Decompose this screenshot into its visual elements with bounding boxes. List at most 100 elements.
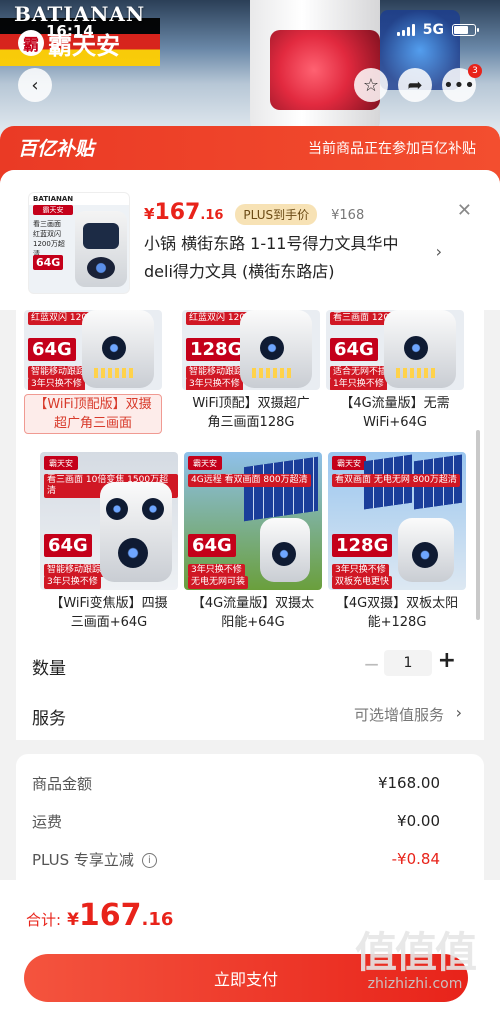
variant-badge: 4G远程 看双画面 800万超清 xyxy=(188,474,311,487)
variant-image: 红蓝双闪 1200万超清 64G 智能移动跟踪 3年只换不修 xyxy=(24,310,162,390)
total-decimal: .16 xyxy=(141,909,174,930)
variant-option[interactable]: 红蓝双闪 1200万超清 64G 智能移动跟踪 3年只换不修 【WiFi顶配版】… xyxy=(24,310,162,434)
variant-option[interactable]: 红蓝双闪 1200万超清 128G 智能移动跟踪 3年只换不修 WiFi顶配】双… xyxy=(182,310,320,432)
variant-badge: 3年只换不修 xyxy=(186,378,243,390)
lens-image xyxy=(404,336,428,360)
lens-image xyxy=(412,542,438,568)
site-watermark: 值值值 zhizhizhi.com xyxy=(340,928,490,993)
variant-label: 【4G双摄】双板太阳能+128G xyxy=(335,596,459,630)
lens-image xyxy=(106,498,128,520)
thumb-logo: 霸天安 xyxy=(33,205,73,215)
variant-badge: 双板充电更快 xyxy=(332,576,393,589)
lens-image xyxy=(102,336,126,360)
product-thumbnail[interactable]: BATIANAN 霸天安 看三画面红蓝双闪1200万超清 64G xyxy=(28,192,130,294)
variant-image: 霸天安 看双画面 无电无网 800万超清 128G 3年只换不修 双板充电更快 xyxy=(328,452,466,590)
price-integer: 167 xyxy=(154,200,201,225)
plus-discount-value: -¥0.84 xyxy=(391,850,440,868)
price-currency: ¥ xyxy=(144,205,155,223)
variant-capacity: 128G xyxy=(186,338,247,361)
share-icon: ➦ xyxy=(407,74,423,96)
variant-option[interactable]: 霸天安 看双画面 无电无网 800万超清 128G 3年只换不修 双板充电更快 … xyxy=(328,452,466,632)
quantity-row: 数量 − 1 + xyxy=(16,642,484,692)
lens-image xyxy=(142,498,164,520)
shipping-row: 运费 ¥0.00 xyxy=(32,808,440,834)
led-image xyxy=(94,368,134,378)
quantity-input[interactable]: 1 xyxy=(384,650,432,676)
subsidy-logo: 百亿补贴 xyxy=(18,138,95,160)
lens-image xyxy=(118,538,148,568)
total-integer: 167 xyxy=(78,898,142,933)
price-decimal: .16 xyxy=(200,208,224,223)
variant-badge: 无电无网可装 xyxy=(188,576,249,589)
variant-capacity: 64G xyxy=(330,338,378,361)
thumb-brand: BATIANAN xyxy=(33,195,74,203)
subsidy-note: 当前商品正在参加百亿补贴 xyxy=(308,141,476,157)
chevron-right-icon[interactable]: › xyxy=(436,242,442,261)
variant-logo: 霸天安 xyxy=(188,456,222,470)
more-dots-icon: ••• xyxy=(443,74,475,96)
thumb-capacity: 64G xyxy=(33,255,64,270)
quantity-decrease-button[interactable]: − xyxy=(363,652,380,676)
service-row[interactable]: 服务 可选增值服务 › xyxy=(16,692,484,738)
variant-scrollbar[interactable] xyxy=(476,430,480,620)
chevron-left-icon: ‹ xyxy=(31,74,39,96)
variant-label: 【WiFi顶配版】双摄超广角三画面 xyxy=(24,394,162,434)
led-image xyxy=(252,368,292,378)
variant-label: 【WiFi变焦版】四摄三画面+64G xyxy=(50,596,168,630)
watermark-url: zhizhizhi.com xyxy=(367,976,463,992)
variant-capacity: 64G xyxy=(44,534,92,557)
chevron-right-icon: › xyxy=(455,703,462,722)
variant-image: 霸天安 看三画面 10倍变焦 1500万超清 64G 智能移动跟踪 3年只换不修 xyxy=(40,452,178,590)
shipping-label: 运费 xyxy=(32,812,63,831)
plus-discount-label: PLUS 专享立减 xyxy=(32,850,134,869)
store-name[interactable]: 小锅 横街东路 1-11号得力文具华中deli得力文具 (横街东路店) xyxy=(144,230,424,286)
led-image xyxy=(396,368,436,378)
quantity-increase-button[interactable]: + xyxy=(438,648,456,673)
variant-option[interactable]: 看三画面 1200万超清 64G 适合无网不插 1年只换不修 【4G流量版】无需… xyxy=(326,310,464,432)
variant-badge: 3年只换不修 xyxy=(44,576,101,589)
star-icon: ☆ xyxy=(362,74,380,96)
variant-option[interactable]: 霸天安 4G远程 看双画面 800万超清 64G 3年只换不修 无电无网可装 【… xyxy=(184,452,322,632)
price: ¥167 xyxy=(144,200,200,225)
service-hint: 可选增值服务 xyxy=(353,706,444,724)
solar-panel-image xyxy=(244,456,318,522)
total-currency: ¥ xyxy=(67,910,79,930)
favorite-button[interactable]: ☆ xyxy=(354,68,388,102)
price-row: ¥167 .16 PLUS到手价 ¥168 xyxy=(144,200,364,225)
back-button[interactable]: ‹ xyxy=(18,68,52,102)
variant-capacity: 128G xyxy=(332,534,393,557)
close-button[interactable]: ✕ xyxy=(457,200,472,221)
network-label: 5G xyxy=(422,22,444,38)
status-indicators: 5G xyxy=(396,22,479,38)
battery-icon xyxy=(452,24,479,36)
more-button[interactable]: ••• 3 xyxy=(442,64,482,102)
thumb-text: 看三画面红蓝双闪1200万超清 xyxy=(33,220,65,258)
watermark-logo: 值值值 xyxy=(354,928,477,977)
thumb-camera-image xyxy=(75,211,127,287)
variant-option[interactable]: 霸天安 看三画面 10倍变焦 1500万超清 64G 智能移动跟踪 3年只换不修… xyxy=(40,452,178,632)
variant-capacity: 64G xyxy=(28,338,76,361)
variant-image: 看三画面 1200万超清 64G 适合无网不插 1年只换不修 xyxy=(326,310,464,390)
goods-amount-label: 商品金额 xyxy=(32,774,93,793)
close-icon: ✕ xyxy=(456,200,472,221)
total-label: 合计: xyxy=(26,911,62,929)
price-summary: 商品金额 ¥168.00 运费 ¥0.00 PLUS 专享立减 i -¥0.84 xyxy=(16,754,484,894)
original-price: ¥168 xyxy=(331,208,365,223)
variant-label: 【4G流量版】双摄太阳能+64G xyxy=(191,596,315,630)
variant-badge: 1年只换不修 xyxy=(330,378,387,390)
quantity-label: 数量 xyxy=(32,659,66,679)
variant-logo: 霸天安 xyxy=(332,456,366,470)
info-icon[interactable]: i xyxy=(141,852,157,868)
shipping-value: ¥0.00 xyxy=(397,812,440,830)
signal-icon xyxy=(396,24,415,36)
total-price: 合计: ¥ 167 .16 xyxy=(26,898,173,933)
variant-logo: 霸天安 xyxy=(44,456,78,470)
variant-label: WiFi顶配】双摄超广角三画面128G xyxy=(192,396,310,430)
brand-logo-icon: 霸 xyxy=(18,30,44,56)
lens-image xyxy=(272,542,296,566)
variant-label: 【4G流量版】无需WiFi+64G xyxy=(340,396,450,430)
service-label: 服务 xyxy=(32,709,66,729)
share-button[interactable]: ➦ xyxy=(398,68,432,102)
product-header: BATIANAN 霸天安 看三画面红蓝双闪1200万超清 64G ¥167 .1… xyxy=(0,170,500,310)
message-count-badge: 3 xyxy=(468,64,482,78)
